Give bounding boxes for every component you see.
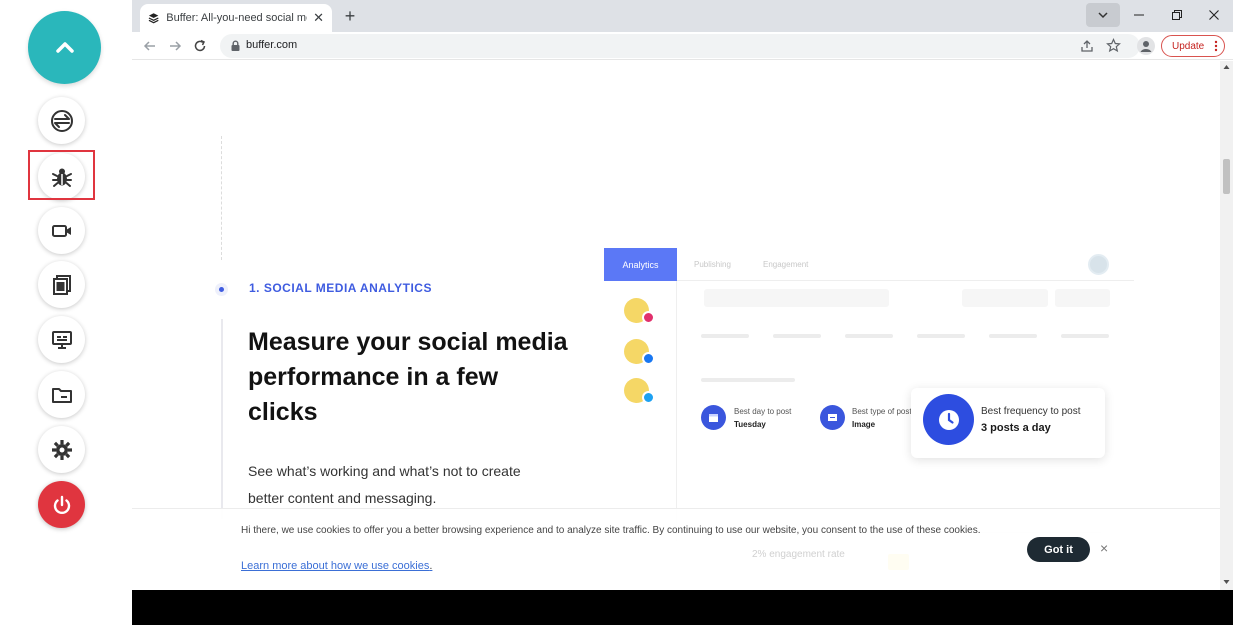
timeline-dot: [215, 283, 228, 296]
gear-icon: [51, 439, 72, 460]
collapse-button[interactable]: [28, 11, 101, 84]
scroll-up-icon[interactable]: [1223, 64, 1230, 70]
update-label: Update: [1172, 40, 1205, 52]
cookie-policy-link[interactable]: Learn more about how we use cookies.: [241, 560, 432, 572]
placeholder-line: [701, 378, 795, 382]
profile-avatar-icon[interactable]: [1137, 37, 1155, 55]
stat-label: Best type of post: [852, 407, 912, 416]
placeholder-line: [917, 334, 965, 338]
close-cookie-banner-icon[interactable]: ×: [1100, 540, 1108, 556]
arrow-left-icon: [143, 41, 155, 51]
mockup-tabs: Analytics Publishing Engagement: [604, 248, 1134, 281]
cookie-banner: 2% engagement rate Hi there, we use cook…: [132, 508, 1220, 590]
twitter-icon: [642, 391, 655, 404]
files-button[interactable]: [38, 371, 85, 418]
frequency-value: 3 posts a day: [981, 422, 1051, 434]
placeholder-line: [845, 334, 893, 338]
power-button[interactable]: [38, 481, 85, 528]
mockup-avatar: [1088, 254, 1109, 275]
star-icon[interactable]: [1106, 38, 1121, 53]
tab-bar: Buffer: All-you-need social media toolki…: [132, 0, 1233, 32]
chevron-down-icon: [1098, 12, 1108, 19]
mockup-account-list: [604, 281, 677, 541]
stat-label: Best day to post: [734, 407, 792, 416]
engagement-rate-text: 2% engagement rate: [752, 549, 845, 560]
placeholder-line: [701, 334, 749, 338]
record-video-button[interactable]: [38, 207, 85, 254]
facebook-icon: [642, 352, 655, 365]
share-icon[interactable]: [1080, 39, 1094, 53]
mockup-tab-engagement: Engagement: [763, 260, 809, 269]
accept-cookies-button[interactable]: Got it: [1027, 537, 1090, 562]
stat-value: Tuesday: [734, 420, 766, 429]
swap-arrows-icon: [50, 109, 73, 132]
scroll-thumb[interactable]: [1223, 159, 1230, 194]
tool-strip: [0, 0, 128, 625]
clock-icon: [923, 394, 974, 445]
image-post-icon: [820, 405, 845, 430]
timeline-line-active: [221, 319, 223, 519]
browser-toolbar: buffer.com Update: [132, 32, 1233, 60]
selection-highlight: [28, 150, 95, 200]
placeholder-field: [704, 289, 889, 307]
scroll-down-icon[interactable]: [1223, 579, 1230, 585]
cookie-link-suffix: .: [429, 560, 433, 572]
back-button[interactable]: [140, 36, 160, 56]
screen-share-button[interactable]: [38, 316, 85, 363]
monitor-icon: [51, 330, 72, 349]
tab-close-icon[interactable]: ✕: [313, 10, 324, 26]
screen: Buffer: All-you-need social media toolki…: [0, 0, 1241, 625]
new-tab-button[interactable]: +: [340, 6, 360, 26]
timeline-line: [221, 136, 222, 260]
switch-tool-button[interactable]: [38, 97, 85, 144]
update-button[interactable]: Update: [1161, 35, 1225, 57]
page-viewport: 1. SOCIAL MEDIA ANALYTICS Measure your s…: [132, 61, 1220, 590]
forward-button[interactable]: [165, 36, 185, 56]
placeholder-line: [1061, 334, 1109, 338]
power-icon: [53, 495, 70, 514]
reload-button[interactable]: [190, 36, 210, 56]
more-vert-icon: [1214, 40, 1218, 52]
close-icon: [1209, 10, 1219, 20]
placeholder-line: [773, 334, 821, 338]
minimize-button[interactable]: [1121, 3, 1157, 27]
frequency-card: Best frequency to post 3 posts a day: [911, 388, 1105, 458]
stat-value: Image: [852, 420, 876, 429]
page-scrollbar[interactable]: [1220, 61, 1233, 590]
browser-window: Buffer: All-you-need social media toolki…: [132, 0, 1233, 625]
cookie-message: Hi there, we use cookies to offer you a …: [241, 525, 981, 536]
page-headline: Measure your social media performance in…: [248, 328, 568, 426]
folder-icon: [51, 387, 72, 403]
arrow-right-icon: [170, 41, 182, 51]
lock-icon: [231, 40, 240, 51]
tab-title: Buffer: All-you-need social media toolki…: [166, 12, 307, 24]
gallery-icon: [52, 274, 71, 295]
url-text: buffer.com: [246, 39, 298, 51]
restore-icon: [1172, 10, 1182, 20]
restore-button[interactable]: [1159, 3, 1195, 27]
chevron-up-icon: [55, 41, 74, 53]
screenshots-button[interactable]: [38, 261, 85, 308]
frequency-label: Best frequency to post: [981, 406, 1081, 417]
video-camera-icon: [51, 224, 71, 237]
address-bar[interactable]: buffer.com: [220, 34, 1140, 58]
cookie-policy-link-text[interactable]: Learn more about how we use cookies: [241, 560, 429, 572]
instagram-icon: [642, 311, 655, 324]
settings-button[interactable]: [38, 426, 85, 473]
close-window-button[interactable]: [1196, 3, 1232, 27]
placeholder-field: [962, 289, 1048, 307]
minimize-icon: [1134, 14, 1144, 16]
calendar-icon: [701, 405, 726, 430]
section-label: 1. SOCIAL MEDIA ANALYTICS: [249, 281, 432, 295]
placeholder-field: [1055, 289, 1110, 307]
mockup-tab-analytics: Analytics: [604, 248, 677, 281]
page-subcopy: See what’s working and what’s not to cre…: [248, 463, 521, 506]
buffer-logo-icon: [148, 13, 159, 24]
mockup-tab-publishing: Publishing: [694, 260, 731, 269]
tab-search-button[interactable]: [1086, 3, 1120, 27]
placeholder-line: [989, 334, 1037, 338]
letterbox-bar: [132, 590, 1233, 625]
browser-tab[interactable]: Buffer: All-you-need social media toolki…: [140, 4, 332, 32]
reload-icon: [194, 39, 206, 52]
